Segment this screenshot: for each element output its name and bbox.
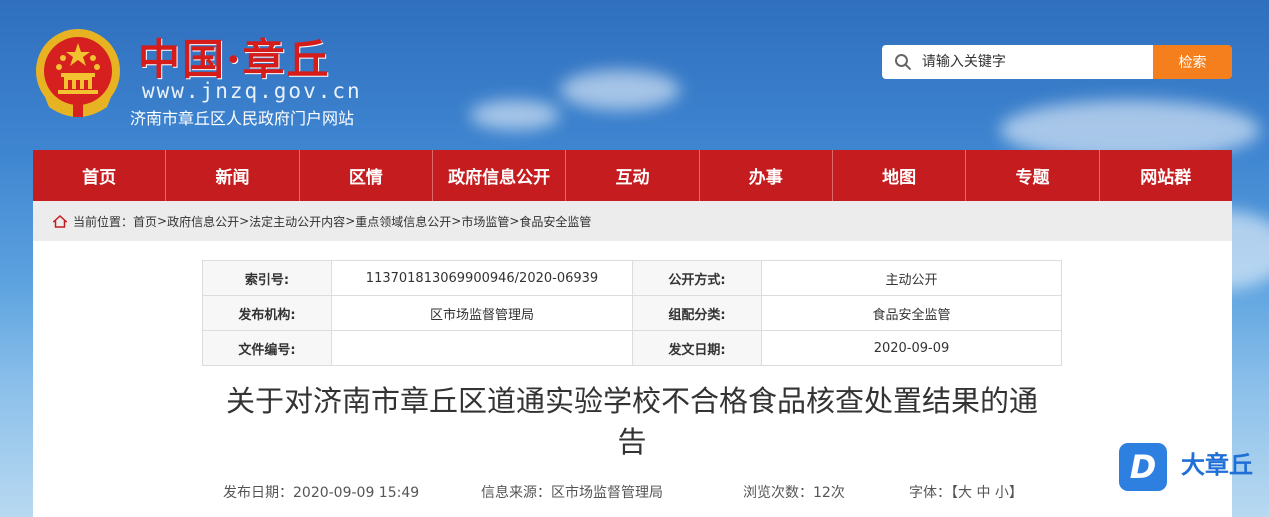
font-small-button[interactable]: 小 <box>995 485 1009 501</box>
open-mode-label: 公开方式: <box>632 260 762 296</box>
article-title: 关于对济南市章丘区道通实验学校不合格食品核查处置结果的通 告 <box>202 381 1062 463</box>
search-button[interactable]: 检索 <box>1153 45 1232 79</box>
home-icon <box>53 214 67 228</box>
national-emblem-icon <box>36 29 120 117</box>
publisher-label: 发布机构: <box>202 295 332 331</box>
index-number-label: 索引号: <box>202 260 332 296</box>
site-domain: www.jnzq.gov.cn <box>142 79 362 103</box>
breadcrumb-label: 当前位置： <box>73 214 134 229</box>
dazhangqiu-logo-text: 大章丘 <box>1181 451 1253 479</box>
nav-item-site-group[interactable]: 网站群 <box>1100 150 1232 201</box>
site-name: 中国·章丘 <box>138 35 331 84</box>
table-row: 索引号: 113701813069900946/2020-06939 公开方式:… <box>202 260 1062 296</box>
nav-item-news[interactable]: 新闻 <box>166 150 300 201</box>
nav-item-interaction[interactable]: 互动 <box>566 150 700 201</box>
site-subtitle: 济南市章丘区人民政府门户网站 <box>130 109 355 128</box>
issue-date-value: 2020-09-09 <box>761 330 1062 366</box>
document-number-value <box>331 330 633 366</box>
open-mode-value: 主动公开 <box>761 260 1062 296</box>
breadcrumb-item-key-areas[interactable]: 重点领域信息公开 <box>355 213 451 230</box>
breadcrumb-item-statutory[interactable]: 法定主动公开内容 <box>249 213 345 230</box>
breadcrumb-separator: > <box>509 214 520 228</box>
breadcrumb-item-home[interactable]: 首页 <box>133 213 157 230</box>
dazhangqiu-floating-logo[interactable]: D 大章丘 <box>1119 443 1253 493</box>
search-bar: 检索 <box>882 45 1232 79</box>
breadcrumb-separator: > <box>239 214 250 228</box>
font-size-bracket: 】 <box>1008 485 1023 501</box>
article-content: 索引号: 113701813069900946/2020-06939 公开方式:… <box>33 241 1232 517</box>
nav-item-home[interactable]: 首页 <box>33 150 167 201</box>
category-value: 食品安全监管 <box>761 295 1062 331</box>
article-title-line: 关于对济南市章丘区道通实验学校不合格食品核查处置结果的通 <box>225 384 1038 418</box>
article-title-line: 告 <box>617 425 647 459</box>
publish-date: 发布日期：2020-09-09 15:49 <box>223 485 420 501</box>
view-count: 浏览次数：12次 <box>743 485 845 501</box>
main-nav: 首页 新闻 区情 政府信息公开 互动 办事 地图 专题 网站群 <box>33 150 1232 201</box>
nav-item-topics[interactable]: 专题 <box>966 150 1100 201</box>
issue-date-label: 发文日期: <box>632 330 762 366</box>
font-medium-button[interactable]: 中 <box>976 485 990 501</box>
font-size-label: 字体：【 <box>909 485 958 501</box>
breadcrumb-separator: > <box>157 214 168 228</box>
breadcrumb-separator: > <box>451 214 462 228</box>
font-size-control: 字体：【大 中 小】 <box>909 482 1023 502</box>
breadcrumb-item-market-supervision[interactable]: 市场监管 <box>461 213 509 230</box>
table-row: 文件编号: 发文日期: 2020-09-09 <box>202 330 1062 366</box>
nav-item-map[interactable]: 地图 <box>833 150 967 201</box>
nav-item-district-info[interactable]: 区情 <box>300 150 433 201</box>
metadata-table: 索引号: 113701813069900946/2020-06939 公开方式:… <box>202 260 1062 366</box>
breadcrumb-separator: > <box>345 214 356 228</box>
search-icon <box>894 54 911 70</box>
info-source: 信息来源：区市场监督管理局 <box>481 485 663 501</box>
nav-item-gov-info-disclosure[interactable]: 政府信息公开 <box>433 150 567 201</box>
index-number-value: 113701813069900946/2020-06939 <box>331 260 633 296</box>
search-box <box>882 45 1153 79</box>
publisher-value: 区市场监督管理局 <box>331 295 633 331</box>
nav-item-services[interactable]: 办事 <box>700 150 833 201</box>
dazhangqiu-logo-icon: D <box>1119 443 1167 491</box>
search-input[interactable] <box>919 53 1153 71</box>
breadcrumb-item-gov-info[interactable]: 政府信息公开 <box>167 213 239 230</box>
document-number-label: 文件编号: <box>202 330 332 366</box>
font-large-button[interactable]: 大 <box>958 485 972 501</box>
category-label: 组配分类: <box>632 295 762 331</box>
breadcrumb-item-food-safety[interactable]: 食品安全监管 <box>519 213 591 230</box>
table-row: 发布机构: 区市场监督管理局 组配分类: 食品安全监管 <box>202 295 1062 331</box>
breadcrumb: 当前位置： 首页 > 政府信息公开 > 法定主动公开内容 > 重点领域信息公开 … <box>33 201 1232 241</box>
